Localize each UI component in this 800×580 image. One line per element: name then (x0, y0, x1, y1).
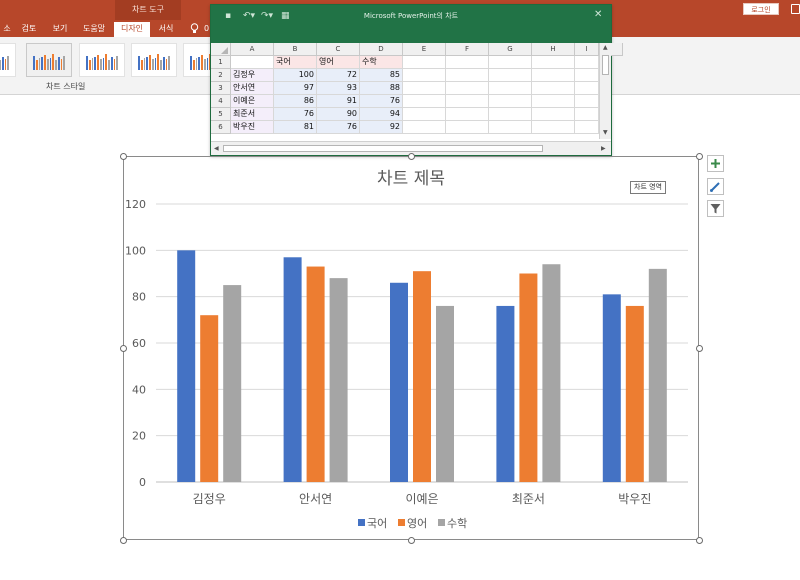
legend-label: 국어 (367, 517, 387, 530)
bar (496, 305, 515, 482)
x-tick-label: 김정우 (193, 492, 226, 506)
bar (625, 305, 644, 482)
legend-swatch (398, 519, 405, 526)
y-tick-label: 20 (132, 430, 146, 443)
chart-styles-button[interactable] (707, 178, 724, 195)
bar (306, 266, 325, 482)
chart-elements-button[interactable] (707, 155, 724, 172)
bar (223, 285, 242, 482)
y-tick-label: 120 (125, 198, 146, 211)
bar (542, 264, 561, 482)
bar (200, 315, 219, 482)
legend-label: 영어 (407, 517, 427, 530)
paintbrush-icon (710, 182, 720, 192)
legend-label: 수학 (447, 517, 467, 530)
bar (648, 268, 667, 482)
y-tick-label: 0 (139, 476, 146, 489)
y-tick-label: 40 (132, 383, 146, 396)
legend-swatch (438, 519, 445, 526)
x-tick-label: 이예은 (405, 492, 438, 506)
chart[interactable]: 차트 제목 0 20 40 60 80 100 120 김정우 안서연 이예은 최준서 박우진국어 영어 수… (0, 0, 800, 580)
x-tick-label: 박우진 (618, 492, 651, 506)
bar (413, 271, 431, 482)
bar (519, 273, 538, 482)
bar (436, 305, 454, 482)
chart-title: 차트 제목 (377, 169, 445, 189)
y-tick-label: 80 (132, 291, 146, 304)
x-tick-label: 안서연 (299, 492, 332, 506)
legend-swatch (358, 519, 365, 526)
bar (177, 250, 196, 482)
bar (283, 257, 302, 482)
bar (390, 282, 408, 482)
y-tick-label: 60 (132, 337, 146, 350)
chart-area-tooltip: 차트 영역 (630, 181, 666, 194)
x-tick-label: 최준서 (512, 492, 545, 506)
chart-filters-button[interactable] (707, 200, 724, 217)
bar (602, 294, 621, 482)
filter-icon (710, 204, 721, 214)
bar (329, 278, 348, 482)
plus-icon (711, 159, 720, 168)
y-tick-label: 100 (125, 244, 146, 257)
